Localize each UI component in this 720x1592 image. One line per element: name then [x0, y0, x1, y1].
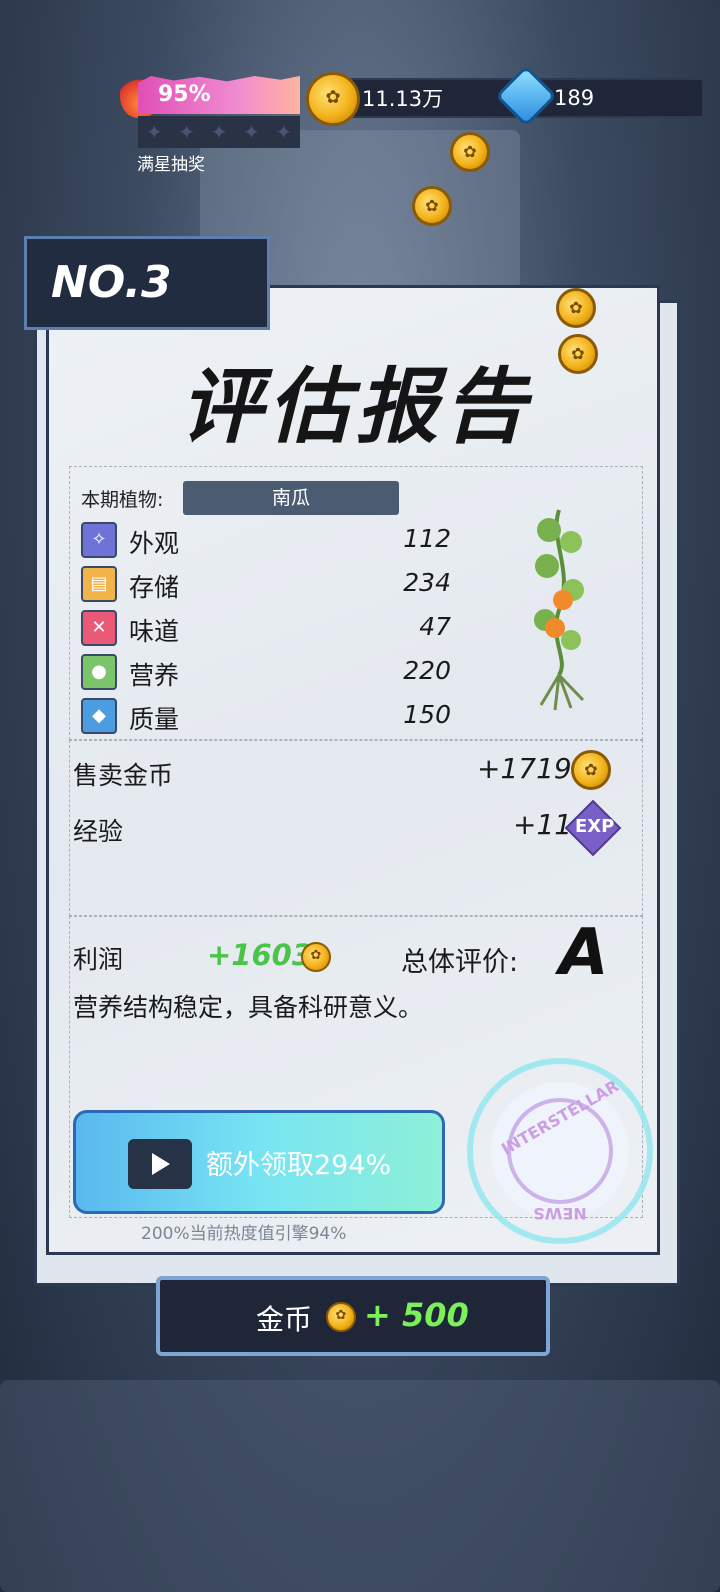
- stat-label: 存储: [129, 573, 180, 602]
- star-icon: ✦: [242, 120, 260, 144]
- nutrition-icon: ●: [81, 654, 117, 690]
- gem-counter[interactable]: 189: [530, 78, 704, 118]
- report-card: 评估报告 本期植物: 南瓜 ✧ 外观 112 ▤ 存储 234 ✕ 味道 47 …: [46, 285, 660, 1255]
- stat-value: 47: [419, 612, 451, 641]
- flying-coin-icon: ✿: [558, 334, 598, 374]
- stat-value: 112: [403, 524, 451, 553]
- stat-label: 质量: [129, 705, 180, 734]
- plant-name: 南瓜: [183, 481, 399, 515]
- utensils-icon: ✕: [81, 610, 117, 646]
- star-progress: ✦ ✦ ✦ ✦ ✦: [138, 116, 300, 148]
- background-floor: [0, 1380, 720, 1592]
- flying-coin-icon: ✿: [450, 132, 490, 172]
- ad-button-label: 额外领取294%: [206, 1150, 392, 1181]
- stat-label: 味道: [129, 617, 180, 646]
- collect-coins-button[interactable]: 金币 ✿ + 500: [156, 1276, 550, 1356]
- stat-label: 营养: [129, 661, 180, 690]
- watch-ad-bonus-button[interactable]: 额外领取294%: [73, 1110, 445, 1214]
- stat-row-quality: ◆ 质量 150: [81, 698, 451, 736]
- muscle-icon: ◆: [81, 698, 117, 734]
- stat-row-storage: ▤ 存储 234: [81, 566, 451, 604]
- storage-icon: ▤: [81, 566, 117, 602]
- stat-row-taste: ✕ 味道 47: [81, 610, 451, 648]
- evaluation-comment: 营养结构稳定，具备科研意义。: [73, 993, 424, 1022]
- exp-badge-text: EXP: [575, 816, 615, 837]
- stat-row-nutrition: ● 营养 220: [81, 654, 451, 692]
- interstellar-news-stamp: INTERSTELLAR NEWS: [467, 1058, 653, 1244]
- star-icon: ✦: [145, 120, 163, 144]
- stat-value: 234: [403, 568, 451, 597]
- heat-percent: 95%: [158, 82, 211, 107]
- star-icon: ✦: [178, 120, 195, 144]
- coin-button-label: 金币: [256, 1303, 313, 1336]
- profit-label: 利润: [73, 945, 124, 974]
- stat-label: 外观: [129, 529, 180, 558]
- gold-coin-icon: ✿: [326, 1302, 356, 1332]
- lottery-label[interactable]: 满星抽奖: [137, 150, 205, 175]
- gem-amount: 189: [554, 86, 595, 110]
- grade-label: 总体评价:: [401, 947, 519, 978]
- plant-label: 本期植物:: [81, 489, 164, 511]
- exp-value: +11: [513, 808, 573, 841]
- exp-label: 经验: [73, 817, 124, 846]
- stat-value: 150: [403, 700, 451, 729]
- sparkle-icon: ✧: [81, 522, 117, 558]
- sell-label: 售卖金币: [73, 761, 174, 790]
- coin-button-amount: + 500: [364, 1296, 469, 1334]
- report-number: NO.3: [51, 257, 172, 308]
- gold-amount: 11.13万: [362, 87, 444, 111]
- star-icon: ✦: [210, 120, 228, 144]
- flying-coin-icon: ✿: [412, 186, 452, 226]
- gold-coin-icon: ✿: [571, 750, 611, 790]
- pumpkin-plant-image: [534, 509, 585, 711]
- flying-coin-icon: ✿: [556, 288, 596, 328]
- stamp-bottom-text: NEWS: [533, 1204, 587, 1223]
- profit-value: +1603: [207, 938, 313, 972]
- gold-coin-icon: ✿: [301, 942, 331, 972]
- star-icon: ✦: [275, 120, 293, 144]
- heat-meter[interactable]: 95%: [138, 58, 300, 114]
- gold-coin-icon: ✿: [306, 72, 360, 126]
- stat-value: 220: [403, 656, 451, 685]
- sell-value: +1719: [477, 752, 572, 785]
- stat-row-appearance: ✧ 外观 112: [81, 522, 451, 560]
- heat-note: 200%当前热度值引擎94%: [141, 1224, 347, 1244]
- report-number-tag: NO.3: [24, 236, 270, 330]
- overall-grade: A: [559, 916, 609, 990]
- video-play-icon: [128, 1139, 192, 1189]
